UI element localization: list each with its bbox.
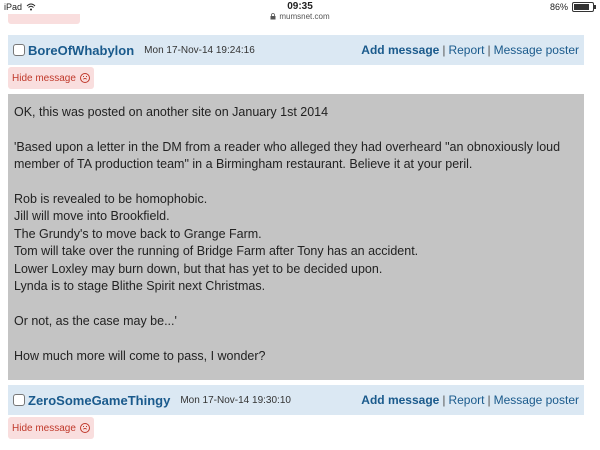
separator: |	[487, 393, 491, 407]
hide-message-button[interactable]: Hide message	[8, 417, 94, 439]
report-link[interactable]: Report	[448, 43, 484, 57]
sad-face-icon	[79, 423, 90, 433]
message-line: Rob is revealed to be homophobic.	[14, 192, 208, 206]
hide-message-button[interactable]: Hide message	[8, 67, 94, 89]
previous-hide-message-fragment[interactable]	[8, 14, 80, 24]
message-body: OK, this was posted on another site on J…	[8, 94, 584, 380]
message-line: Lower Loxley may burn down, but that has…	[14, 261, 383, 276]
status-right: 86%	[549, 2, 596, 12]
message-poster-link[interactable]: Message poster	[494, 43, 579, 57]
hide-message-label: Hide message	[12, 422, 76, 434]
url-text: mumsnet.com	[279, 12, 330, 21]
address-bar[interactable]: mumsnet.com	[0, 12, 600, 21]
status-center: 09:35 mumsnet.com	[0, 1, 600, 21]
sad-face-icon	[79, 73, 90, 83]
message-line: Lynda is to stage Blithe Spirit next Chr…	[14, 279, 266, 294]
hide-message-label: Hide message	[12, 72, 76, 84]
post-actions: Add message | Report | Message poster	[361, 393, 579, 407]
status-bar: iPad 09:35 mumsnet.com 86%	[0, 0, 600, 22]
post-header: BoreOfWhabylon Mon 17-Nov-14 19:24:16 Ad…	[8, 35, 584, 65]
battery-fill	[574, 4, 590, 10]
post-actions: Add message | Report | Message poster	[361, 43, 579, 57]
clock: 09:35	[287, 1, 313, 12]
message-poster-link[interactable]: Message poster	[494, 393, 579, 407]
username-link[interactable]: BoreOfWhabylon	[28, 43, 134, 58]
post-timestamp: Mon 17-Nov-14 19:30:10	[180, 394, 291, 406]
battery-icon	[572, 2, 596, 12]
message-line: 'Based upon a letter in the DM from a re…	[14, 139, 561, 172]
post-header: ZeroSomeGameThingy Mon 17-Nov-14 19:30:1…	[8, 385, 584, 415]
battery-percent: 86%	[549, 2, 568, 12]
message-line: The Grundy's to move back to Grange Farm…	[14, 226, 262, 241]
message-line: Tom will take over the running of Bridge…	[14, 244, 419, 259]
message-line: Jill will move into Brookfield.	[14, 209, 170, 224]
lock-icon	[270, 13, 276, 20]
post-checkbox[interactable]	[13, 394, 25, 406]
add-message-link[interactable]: Add message	[361, 43, 439, 57]
username-link[interactable]: ZeroSomeGameThingy	[28, 393, 170, 408]
post-checkbox[interactable]	[13, 44, 25, 56]
post-timestamp: Mon 17-Nov-14 19:24:16	[144, 44, 255, 56]
add-message-link[interactable]: Add message	[361, 393, 439, 407]
message-line: How much more will come to pass, I wonde…	[14, 348, 266, 363]
report-link[interactable]: Report	[448, 393, 484, 407]
message-line: Or not, as the case may be...'	[14, 313, 177, 328]
message-line: OK, this was posted on another site on J…	[14, 105, 329, 119]
separator: |	[487, 43, 491, 57]
